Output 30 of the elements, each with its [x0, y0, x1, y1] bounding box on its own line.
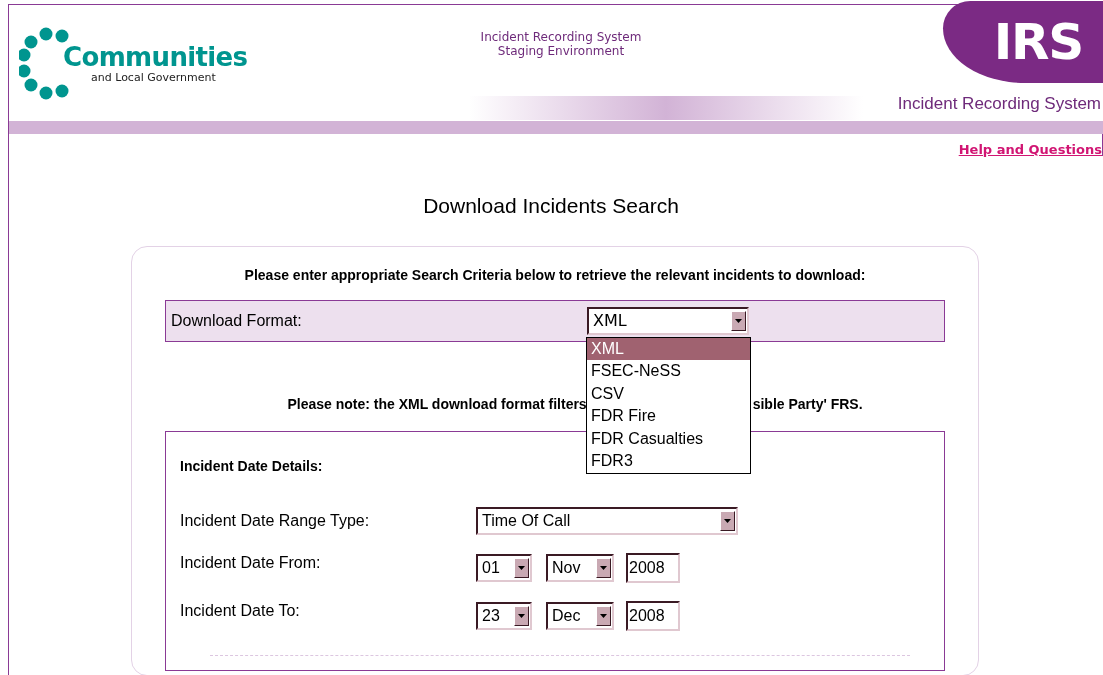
- download-format-select[interactable]: XML: [587, 306, 749, 335]
- format-option[interactable]: FSEC-NeSS: [587, 360, 750, 383]
- range-type-label: Incident Date Range Type:: [180, 510, 371, 531]
- month-select[interactable]: Nov: [546, 553, 614, 582]
- irs-logo: IRS: [943, 1, 1103, 83]
- month-select[interactable]: Dec: [546, 601, 614, 630]
- date-label: Incident Date To:: [180, 600, 301, 621]
- environment-label: Staging Environment: [497, 44, 625, 58]
- format-option[interactable]: XML: [587, 337, 750, 360]
- year-field[interactable]: 2008: [626, 552, 680, 583]
- range-type-select[interactable]: Time Of Call: [476, 506, 738, 535]
- environment-label: Incident Recording System: [480, 30, 642, 44]
- download-format-label: Download Format:: [171, 310, 303, 331]
- help-link[interactable]: Help and Questions: [958, 140, 1102, 156]
- format-option[interactable]: FDR Casualties: [587, 427, 750, 450]
- day-select[interactable]: 01: [476, 553, 532, 582]
- logo-subtitle: and Local Government: [91, 69, 217, 86]
- logo-title: Communities: [63, 43, 248, 70]
- page-title: Download Incidents Search: [423, 193, 679, 219]
- date-label: Incident Date From:: [180, 552, 322, 573]
- format-option[interactable]: CSV: [587, 382, 750, 405]
- criteria-text: Please enter appropriate Search Criteria below to retrieve the relevant incidents to download:: [243, 265, 867, 285]
- year-field[interactable]: 2008: [626, 600, 680, 631]
- date-details-heading: Incident Date Details:: [180, 456, 323, 476]
- note-text: Please note: the XML download format filters: [287, 394, 587, 414]
- system-name: Incident Recording System: [897, 93, 1101, 115]
- note-text: sible Party' FRS.: [752, 394, 863, 414]
- day-select[interactable]: 23: [476, 601, 532, 630]
- format-option[interactable]: FDR Fire: [587, 405, 750, 428]
- format-option[interactable]: FDR3: [587, 450, 750, 473]
